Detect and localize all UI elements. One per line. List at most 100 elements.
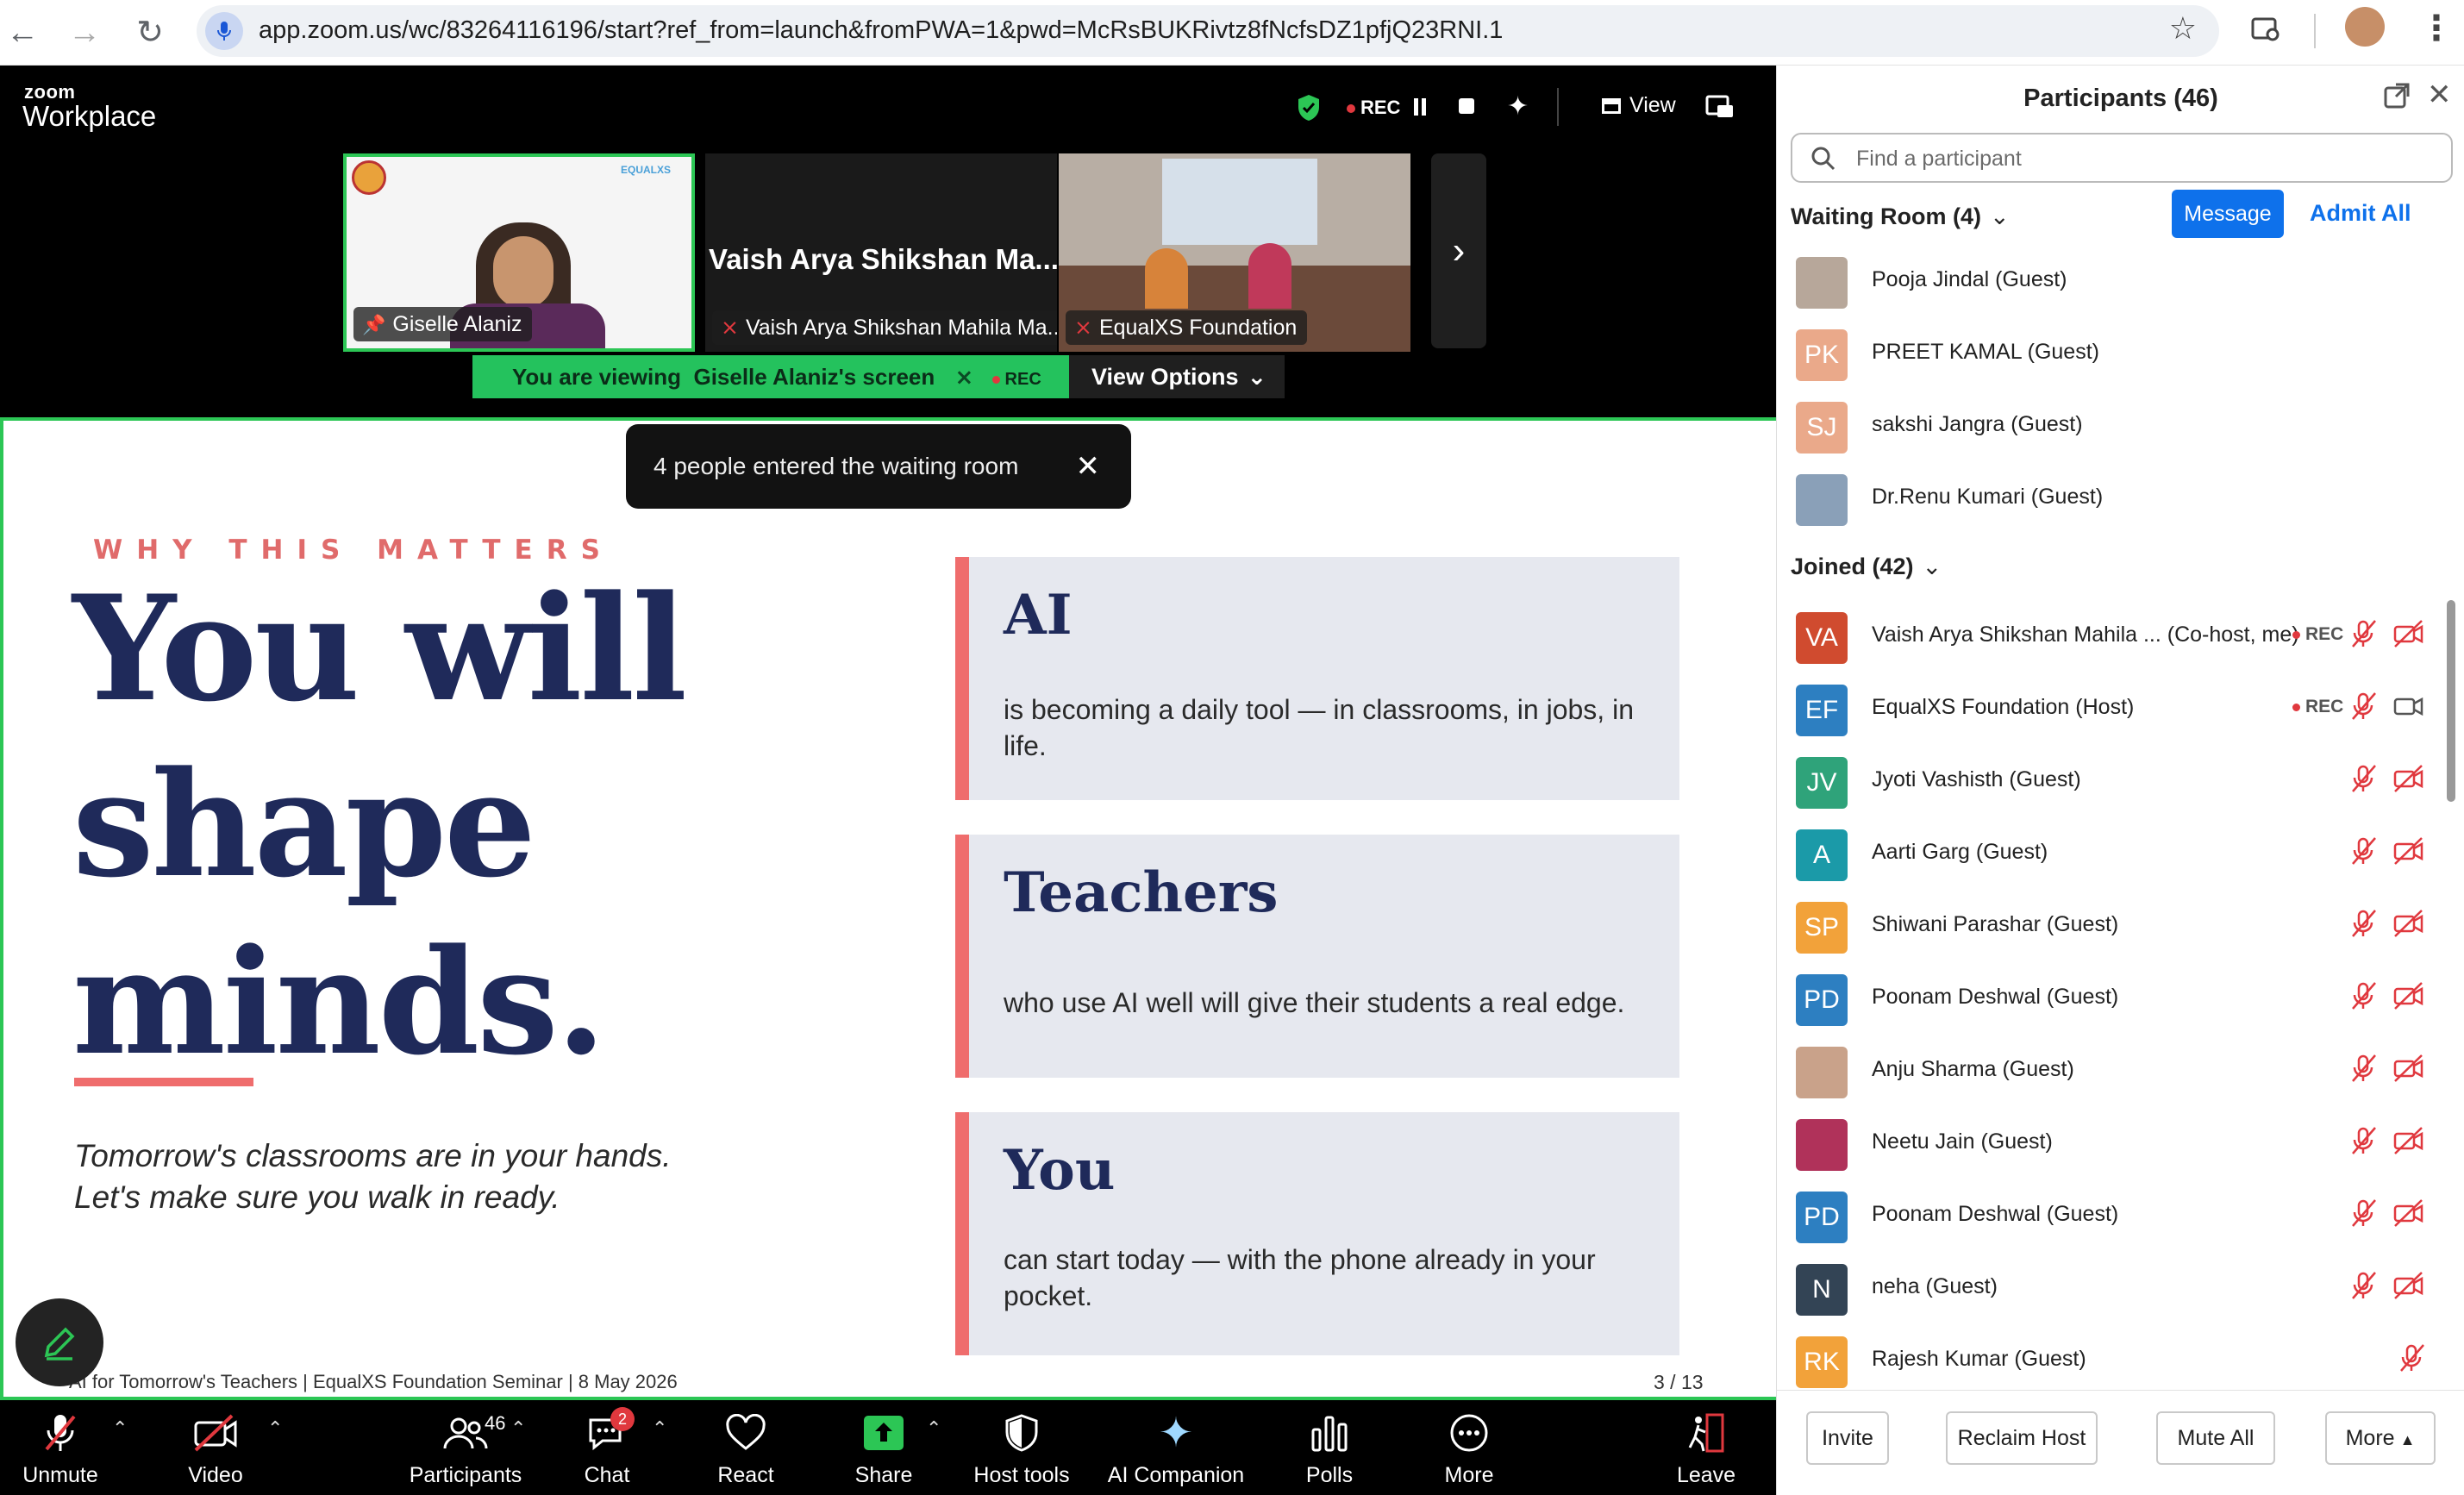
annotate-pen-icon[interactable]	[16, 1298, 103, 1386]
mic-muted-icon[interactable]	[2349, 1126, 2379, 1160]
share-chevron-icon[interactable]: ⌃	[926, 1417, 941, 1440]
mic-muted-icon[interactable]	[2349, 619, 2379, 653]
participants-scrollbar[interactable]	[2447, 600, 2455, 802]
browser-menu-icon[interactable]: ⋮	[2419, 9, 2454, 48]
joined-participant-row[interactable]: PD Poonam Deshwal (Guest)	[1777, 962, 2449, 1035]
camera-off-icon[interactable]	[2392, 981, 2425, 1015]
mic-muted-icon[interactable]	[2349, 1198, 2379, 1232]
view-button[interactable]: View	[1602, 93, 1676, 118]
avatar: JV	[1796, 757, 1848, 809]
admit-all-button[interactable]: Admit All	[2310, 200, 2411, 227]
panel-title: Participants (46)	[2023, 84, 2218, 112]
microphone-permission-icon[interactable]	[205, 12, 243, 50]
mic-muted-icon[interactable]	[2349, 691, 2379, 725]
joined-participant-row[interactable]: PD Poonam Deshwal (Guest)	[1777, 1179, 2449, 1252]
audio-options-chevron-icon[interactable]: ⌃	[112, 1417, 128, 1440]
stop-recording-icon[interactable]	[1459, 98, 1474, 114]
waiting-participant-row[interactable]: PK PREET KAMAL (Guest)	[1777, 317, 2449, 390]
leave-button[interactable]: Leave	[1667, 1400, 1745, 1495]
camera-off-icon[interactable]	[2392, 1054, 2425, 1087]
back-icon[interactable]: ←	[2, 12, 43, 53]
more-ellipsis-icon	[1448, 1408, 1490, 1458]
participants-button[interactable]: Participants	[405, 1400, 526, 1495]
mic-muted-icon[interactable]	[2349, 1271, 2379, 1304]
participant-search-input[interactable]: Find a participant	[1791, 133, 2453, 183]
slide-subtitle-line2: Let's make sure you walk in ready.	[74, 1179, 560, 1215]
camera-off-icon[interactable]	[2392, 764, 2425, 798]
more-options-button[interactable]: More ▲	[2325, 1411, 2436, 1465]
joined-participant-row[interactable]: RK Rajesh Kumar (Guest)	[1777, 1324, 2449, 1397]
polls-button[interactable]: Polls	[1293, 1400, 1366, 1495]
joined-participant-row[interactable]: A Aarti Garg (Guest)	[1777, 817, 2449, 890]
camera-off-icon[interactable]	[2392, 1126, 2425, 1160]
joined-participant-row[interactable]: VA Vaish Arya Shikshan Mahila ... (Co-hos…	[1777, 600, 2449, 672]
camera-off-icon[interactable]	[2392, 909, 2425, 942]
address-bar[interactable]: app.zoom.us/wc/83264116196/start?ref_fro…	[197, 5, 2219, 57]
tile-name: Vaish Arya Shikshan Mahila Ma...	[745, 316, 1057, 340]
participant-name: Poonam Deshwal (Guest)	[1872, 1202, 2119, 1226]
mic-muted-icon[interactable]	[2398, 1343, 2427, 1377]
tab-search-icon[interactable]	[2248, 12, 2292, 53]
rec-dot-icon	[1347, 104, 1355, 114]
video-tile-equalxs[interactable]: ⨯ EqualXS Foundation	[1059, 153, 1410, 352]
joined-participant-row[interactable]: Nneha (Guest)	[1777, 1252, 2449, 1324]
video-tile-giselle[interactable]: EQUALXS 📌 Giselle Alaniz	[343, 153, 695, 352]
avatar: RK	[1796, 1336, 1848, 1388]
mic-muted-icon[interactable]	[2349, 909, 2379, 942]
waiting-room-header[interactable]: Waiting Room (4) ⌄	[1791, 203, 2010, 230]
camera-on-icon[interactable]	[2392, 691, 2425, 725]
camera-off-icon[interactable]	[2392, 1271, 2425, 1304]
waiting-participant-row[interactable]: Dr.Renu Kumari (Guest)	[1777, 462, 2449, 535]
reclaim-host-button[interactable]: Reclaim Host	[1946, 1411, 2098, 1465]
joined-participant-row[interactable]: Anju Sharma (Guest)	[1777, 1035, 2449, 1107]
participants-chevron-icon[interactable]: ⌃	[510, 1417, 526, 1440]
joined-participant-row[interactable]: SP Shiwani Parashar (Guest)	[1777, 890, 2449, 962]
react-button[interactable]: React	[707, 1400, 785, 1495]
video-tile-vaish-arya[interactable]: Vaish Arya Shikshan Ma... ⨯ Vaish Arya Sh…	[705, 153, 1057, 352]
message-waiting-button[interactable]: Message	[2172, 190, 2284, 238]
video-options-chevron-icon[interactable]: ⌃	[267, 1417, 283, 1440]
ai-companion-button[interactable]: ✦ AI Companion	[1107, 1400, 1245, 1495]
close-notification-icon[interactable]: ✕	[1076, 424, 1101, 509]
mute-all-button[interactable]: Mute All	[2156, 1411, 2275, 1465]
next-page-chevron-icon[interactable]: ›	[1431, 153, 1486, 348]
encryption-shield-icon[interactable]	[1295, 93, 1323, 127]
profile-avatar[interactable]	[2345, 7, 2385, 47]
workplace-logo-text: Workplace	[22, 100, 157, 132]
forward-icon[interactable]: →	[64, 12, 105, 53]
joined-header[interactable]: Joined (42) ⌄	[1791, 554, 1942, 580]
mic-muted-icon[interactable]	[2349, 981, 2379, 1015]
ai-sparkle-icon[interactable]: ✦	[1507, 91, 1529, 122]
viewing-screen-banner: You are viewing Giselle Alaniz's screen …	[472, 355, 1069, 398]
close-panel-icon[interactable]: ✕	[2427, 78, 2452, 112]
waiting-participant-row[interactable]: SJ sakshi Jangra (Guest)	[1777, 390, 2449, 462]
reload-icon[interactable]: ↻	[129, 12, 171, 53]
unmute-button[interactable]: Unmute	[19, 1400, 102, 1495]
participant-rec-badge: REC	[2292, 697, 2343, 717]
minimize-window-icon[interactable]	[1705, 95, 1735, 123]
panel-footer: Invite Reclaim Host Mute All More ▲	[1777, 1390, 2464, 1495]
host-tools-button[interactable]: Host tools	[973, 1400, 1070, 1495]
joined-participant-row[interactable]: JV Jyoti Vashisth (Guest)	[1777, 745, 2449, 817]
headline-underline	[74, 1078, 253, 1086]
bookmark-star-icon[interactable]: ☆	[2169, 10, 2197, 47]
joined-participant-row[interactable]: Neetu Jain (Guest)	[1777, 1107, 2449, 1179]
pop-out-icon[interactable]	[2382, 81, 2411, 115]
invite-button[interactable]: Invite	[1806, 1411, 1889, 1465]
participant-name: Anju Sharma (Guest)	[1872, 1057, 2074, 1081]
camera-off-icon[interactable]	[2392, 1198, 2425, 1232]
view-options-button[interactable]: View Options ⌄	[1069, 355, 1285, 398]
share-button[interactable]: Share	[845, 1400, 922, 1495]
mic-muted-icon[interactable]	[2349, 1054, 2379, 1087]
camera-off-icon[interactable]	[2392, 619, 2425, 653]
video-button[interactable]: Video	[181, 1400, 250, 1495]
more-button[interactable]: More	[1435, 1400, 1504, 1495]
chat-chevron-icon[interactable]: ⌃	[652, 1417, 667, 1440]
waiting-participant-row[interactable]: Pooja Jindal (Guest)	[1777, 245, 2449, 317]
camera-off-icon[interactable]	[2392, 836, 2425, 870]
mic-muted-icon[interactable]	[2349, 836, 2379, 870]
mic-muted-icon[interactable]	[2349, 764, 2379, 798]
pause-recording-icon[interactable]	[1414, 98, 1418, 116]
shield-icon	[1003, 1408, 1041, 1458]
joined-participant-row[interactable]: EF EqualXS Foundation (Host) REC	[1777, 672, 2449, 745]
